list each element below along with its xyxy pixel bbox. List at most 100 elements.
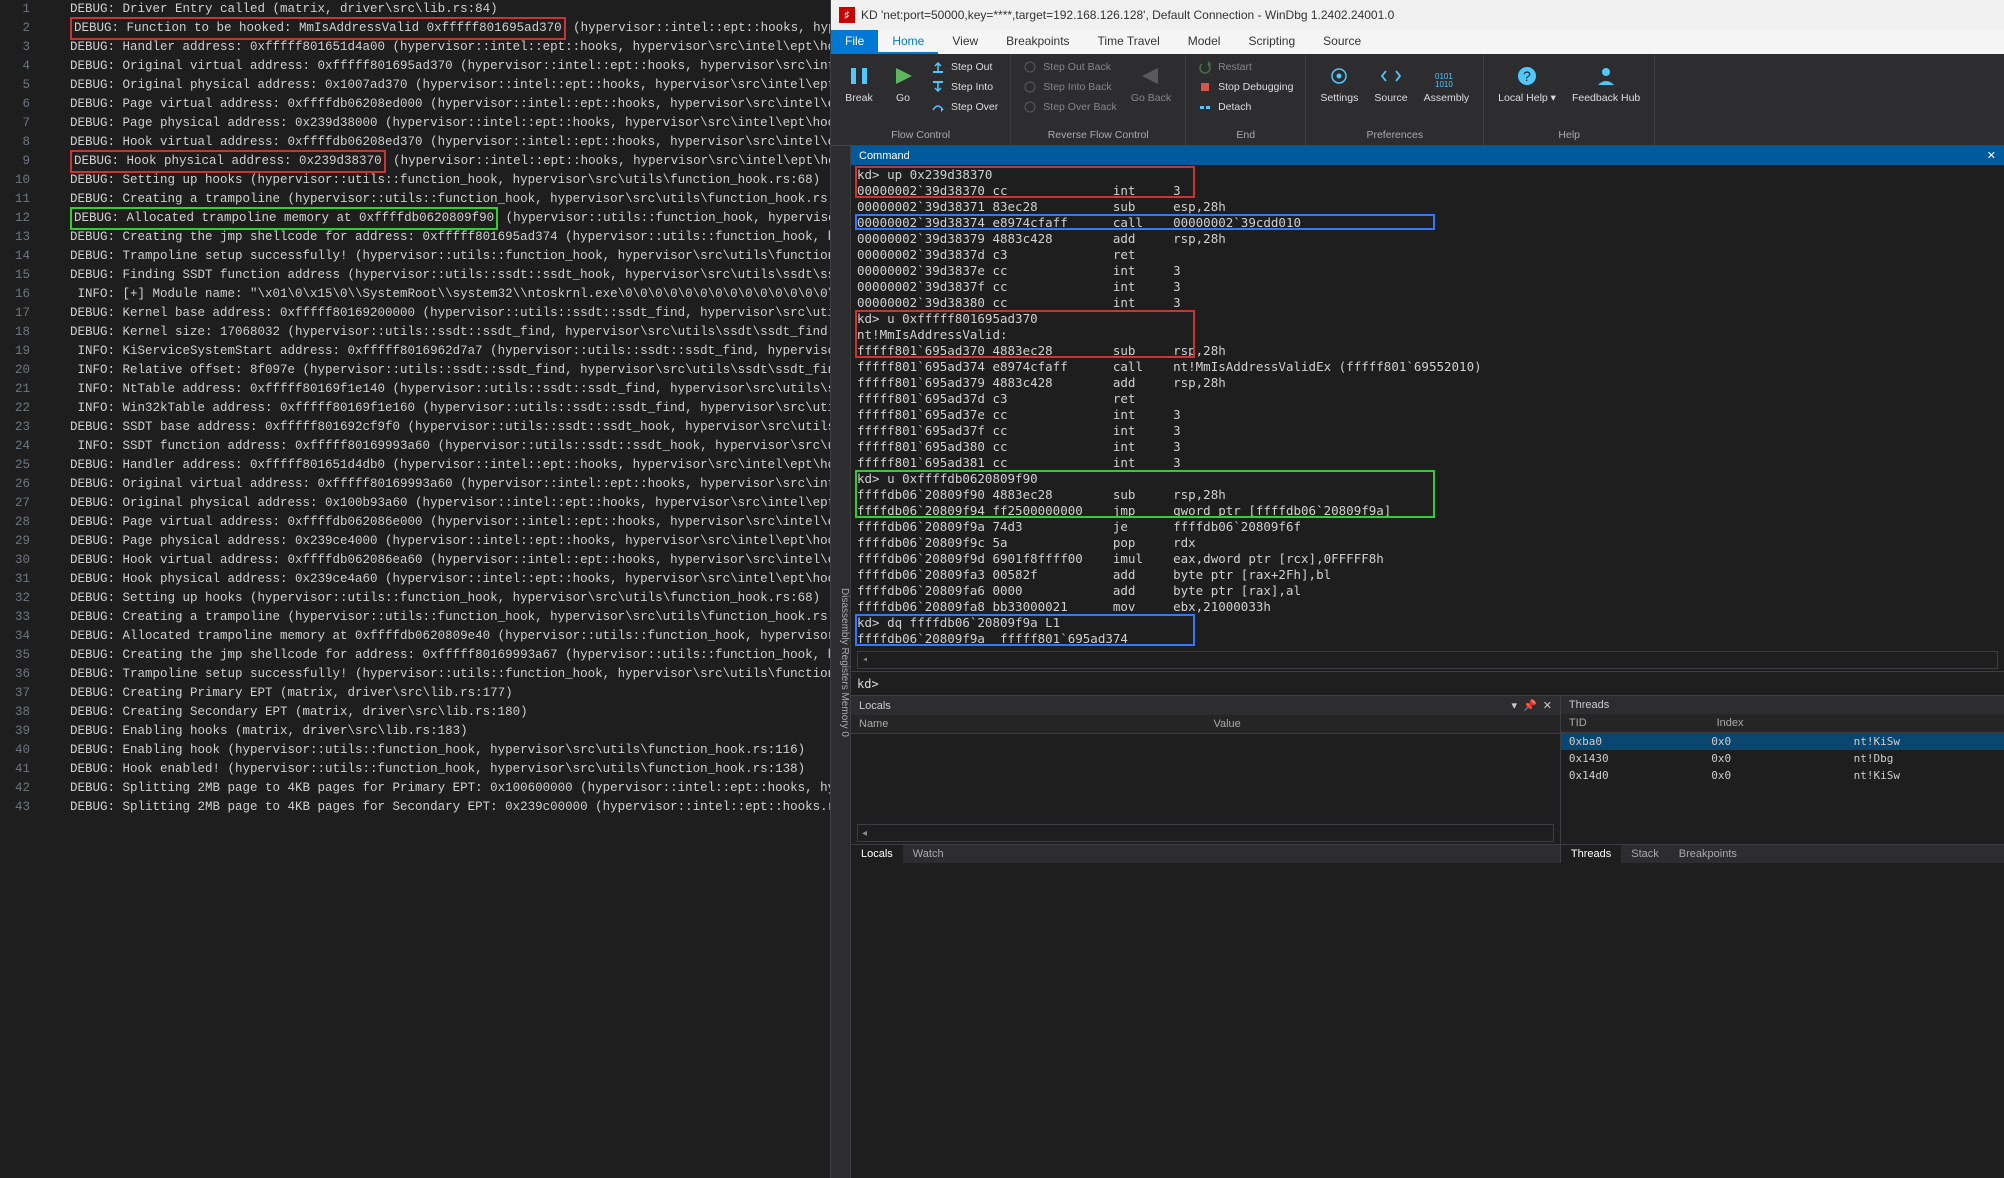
side-tabs[interactable]: Disassembly Registers Memory 0 xyxy=(831,146,851,1178)
log-line: 32 DEBUG: Setting up hooks (hypervisor::… xyxy=(0,589,830,608)
log-line: 42 DEBUG: Splitting 2MB page to 4KB page… xyxy=(0,779,830,798)
log-line: 43 DEBUG: Splitting 2MB page to 4KB page… xyxy=(0,798,830,817)
ribbon-tab-file[interactable]: File xyxy=(831,30,878,54)
log-line: 41 DEBUG: Hook enabled! (hypervisor::uti… xyxy=(0,760,830,779)
stop-debugging-button[interactable]: Stop Debugging xyxy=(1194,78,1297,96)
log-line: 7 DEBUG: Page physical address: 0x239d38… xyxy=(0,114,830,133)
log-line: 3 DEBUG: Handler address: 0xfffff801651d… xyxy=(0,38,830,57)
ribbon-tab-breakpoints[interactable]: Breakpoints xyxy=(992,30,1083,54)
thread-row[interactable]: 0x14d00x0nt!KiSw xyxy=(1561,767,2004,784)
thread-row[interactable]: 0x14300x0nt!Dbg xyxy=(1561,750,2004,767)
settings-button[interactable]: Settings xyxy=(1314,58,1364,108)
locals-header: Locals xyxy=(859,700,891,712)
ribbon-tab-scripting[interactable]: Scripting xyxy=(1234,30,1309,54)
log-line: 36 DEBUG: Trampoline setup successfully!… xyxy=(0,665,830,684)
command-prompt: kd> xyxy=(857,677,879,691)
break-button[interactable]: Break xyxy=(839,58,879,108)
panel-tab-watch[interactable]: Watch xyxy=(903,845,954,863)
panel-tab-breakpoints[interactable]: Breakpoints xyxy=(1669,845,1747,863)
cmd-output-line: ffffdb06`20809f9d 6901f8ffff00 imul eax,… xyxy=(857,551,1998,567)
step-over-back-button[interactable]: Step Over Back xyxy=(1019,98,1121,116)
command-input[interactable] xyxy=(879,674,1998,693)
panel-tab-threads[interactable]: Threads xyxy=(1561,845,1621,863)
chevron-down-icon[interactable]: ▾ xyxy=(1511,699,1517,712)
log-line: 4 DEBUG: Original virtual address: 0xfff… xyxy=(0,57,830,76)
cmd-output-line: fffff801`695ad379 4883c428 add rsp,28h xyxy=(857,375,1998,391)
step-into-back-button[interactable]: Step Into Back xyxy=(1019,78,1121,96)
cmd-output-line: 00000002`39d38374 e8974cfaff call 000000… xyxy=(857,215,1998,231)
log-line: 23 DEBUG: SSDT base address: 0xfffff8016… xyxy=(0,418,830,437)
cmd-output-line: fffff801`695ad374 e8974cfaff call nt!MmI… xyxy=(857,359,1998,375)
cmd-output-line: fffff801`695ad380 cc int 3 xyxy=(857,439,1998,455)
detach-button[interactable]: Detach xyxy=(1194,98,1297,116)
cmd-output-line: kd> dq ffffdb06`20809f9a L1 xyxy=(857,615,1998,631)
log-line: 14 DEBUG: Trampoline setup successfully!… xyxy=(0,247,830,266)
log-line: 38 DEBUG: Creating Secondary EPT (matrix… xyxy=(0,703,830,722)
ribbon-tab-model[interactable]: Model xyxy=(1174,30,1235,54)
ribbon-tab-view[interactable]: View xyxy=(938,30,992,54)
local-help-button[interactable]: ?Local Help ▾ xyxy=(1492,58,1562,108)
cmd-output-line: kd> u 0xffffdb0620809f90 xyxy=(857,471,1998,487)
log-line: 37 DEBUG: Creating Primary EPT (matrix, … xyxy=(0,684,830,703)
log-line: 30 DEBUG: Hook virtual address: 0xffffdb… xyxy=(0,551,830,570)
ribbon-tab-time-travel[interactable]: Time Travel xyxy=(1084,30,1174,54)
svg-text:?: ? xyxy=(1523,68,1531,84)
source-button[interactable]: Source xyxy=(1368,58,1413,108)
go-button[interactable]: Go xyxy=(883,58,923,108)
panel-tab-locals[interactable]: Locals xyxy=(851,845,903,863)
log-line: 5 DEBUG: Original physical address: 0x10… xyxy=(0,76,830,95)
step-into-button[interactable]: Step Into xyxy=(927,78,1002,96)
cmd-output-line: 00000002`39d3837f cc int 3 xyxy=(857,279,1998,295)
cmd-output-line: kd> u 0xfffff801695ad370 xyxy=(857,311,1998,327)
ribbon-tab-source[interactable]: Source xyxy=(1309,30,1375,54)
log-line: 22 INFO: Win32kTable address: 0xfffff801… xyxy=(0,399,830,418)
command-panel-header[interactable]: Command ✕ xyxy=(851,146,2004,165)
cmd-output-line: ffffdb06`20809f9a fffff801`695ad374 xyxy=(857,631,1998,647)
titlebar: ♯ KD 'net:port=50000,key=****,target=192… xyxy=(831,0,2004,30)
step-out-button[interactable]: Step Out xyxy=(927,58,1002,76)
thread-row[interactable]: 0xba00x0nt!KiSw xyxy=(1561,733,2004,750)
log-line: 31 DEBUG: Hook physical address: 0x239ce… xyxy=(0,570,830,589)
log-line: 35 DEBUG: Creating the jmp shellcode for… xyxy=(0,646,830,665)
cmd-output-line: ffffdb06`20809fa6 0000 add byte ptr [rax… xyxy=(857,583,1998,599)
log-line: 6 DEBUG: Page virtual address: 0xffffdb0… xyxy=(0,95,830,114)
ribbon: Break Go Step Out Step Into Step Over Fl… xyxy=(831,54,2004,146)
log-line: 25 DEBUG: Handler address: 0xfffff801651… xyxy=(0,456,830,475)
log-line: 10 DEBUG: Setting up hooks (hypervisor::… xyxy=(0,171,830,190)
log-line: 17 DEBUG: Kernel base address: 0xfffff80… xyxy=(0,304,830,323)
step-out-back-button[interactable]: Step Out Back xyxy=(1019,58,1121,76)
log-line: 40 DEBUG: Enabling hook (hypervisor::uti… xyxy=(0,741,830,760)
log-line: 9 DEBUG: Hook physical address: 0x239d38… xyxy=(0,152,830,171)
locals-body xyxy=(851,734,1560,822)
threads-body: 0xba00x0nt!KiSw0x14300x0nt!Dbg0x14d00x0n… xyxy=(1561,733,2004,844)
assembly-button[interactable]: 01011010Assembly xyxy=(1418,58,1476,108)
cmd-output-line: ffffdb06`20809f90 4883ec28 sub rsp,28h xyxy=(857,487,1998,503)
scroll-left-hint[interactable]: ◂ xyxy=(857,651,1998,669)
close-icon[interactable]: ✕ xyxy=(1987,149,1996,162)
cmd-output-line: 00000002`39d38379 4883c428 add rsp,28h xyxy=(857,231,1998,247)
cmd-output-line: fffff801`695ad370 4883ec28 sub rsp,28h xyxy=(857,343,1998,359)
windbg-window: ♯ KD 'net:port=50000,key=****,target=192… xyxy=(830,0,2004,1178)
log-line: 16 INFO: [+] Module name: "\x01\0\x15\0\… xyxy=(0,285,830,304)
feedback-button[interactable]: Feedback Hub xyxy=(1566,58,1646,108)
cmd-output-line: ffffdb06`20809fa8 bb33000021 mov ebx,210… xyxy=(857,599,1998,615)
log-line: 33 DEBUG: Creating a trampoline (hypervi… xyxy=(0,608,830,627)
windbg-icon: ♯ xyxy=(839,7,855,23)
cmd-output-line: ffffdb06`20809f9c 5a pop rdx xyxy=(857,535,1998,551)
log-line: 39 DEBUG: Enabling hooks (matrix, driver… xyxy=(0,722,830,741)
threads-header: Threads xyxy=(1569,699,1609,711)
log-line: 21 INFO: NtTable address: 0xfffff80169f1… xyxy=(0,380,830,399)
cmd-output-line: fffff801`695ad37e cc int 3 xyxy=(857,407,1998,423)
panel-tab-stack[interactable]: Stack xyxy=(1621,845,1669,863)
restart-button[interactable]: Restart xyxy=(1194,58,1297,76)
cmd-output-line: 00000002`39d38370 cc int 3 xyxy=(857,183,1998,199)
step-over-button[interactable]: Step Over xyxy=(927,98,1002,116)
log-line: 28 DEBUG: Page virtual address: 0xffffdb… xyxy=(0,513,830,532)
go-back-button[interactable]: Go Back xyxy=(1125,58,1177,108)
ribbon-tab-home[interactable]: Home xyxy=(878,30,938,54)
pin-icon[interactable]: 📌 xyxy=(1523,699,1537,712)
close-icon[interactable]: ✕ xyxy=(1543,699,1552,712)
cmd-output-line: ffffdb06`20809fa3 00582f add byte ptr [r… xyxy=(857,567,1998,583)
log-line: 15 DEBUG: Finding SSDT function address … xyxy=(0,266,830,285)
log-line: 29 DEBUG: Page physical address: 0x239ce… xyxy=(0,532,830,551)
